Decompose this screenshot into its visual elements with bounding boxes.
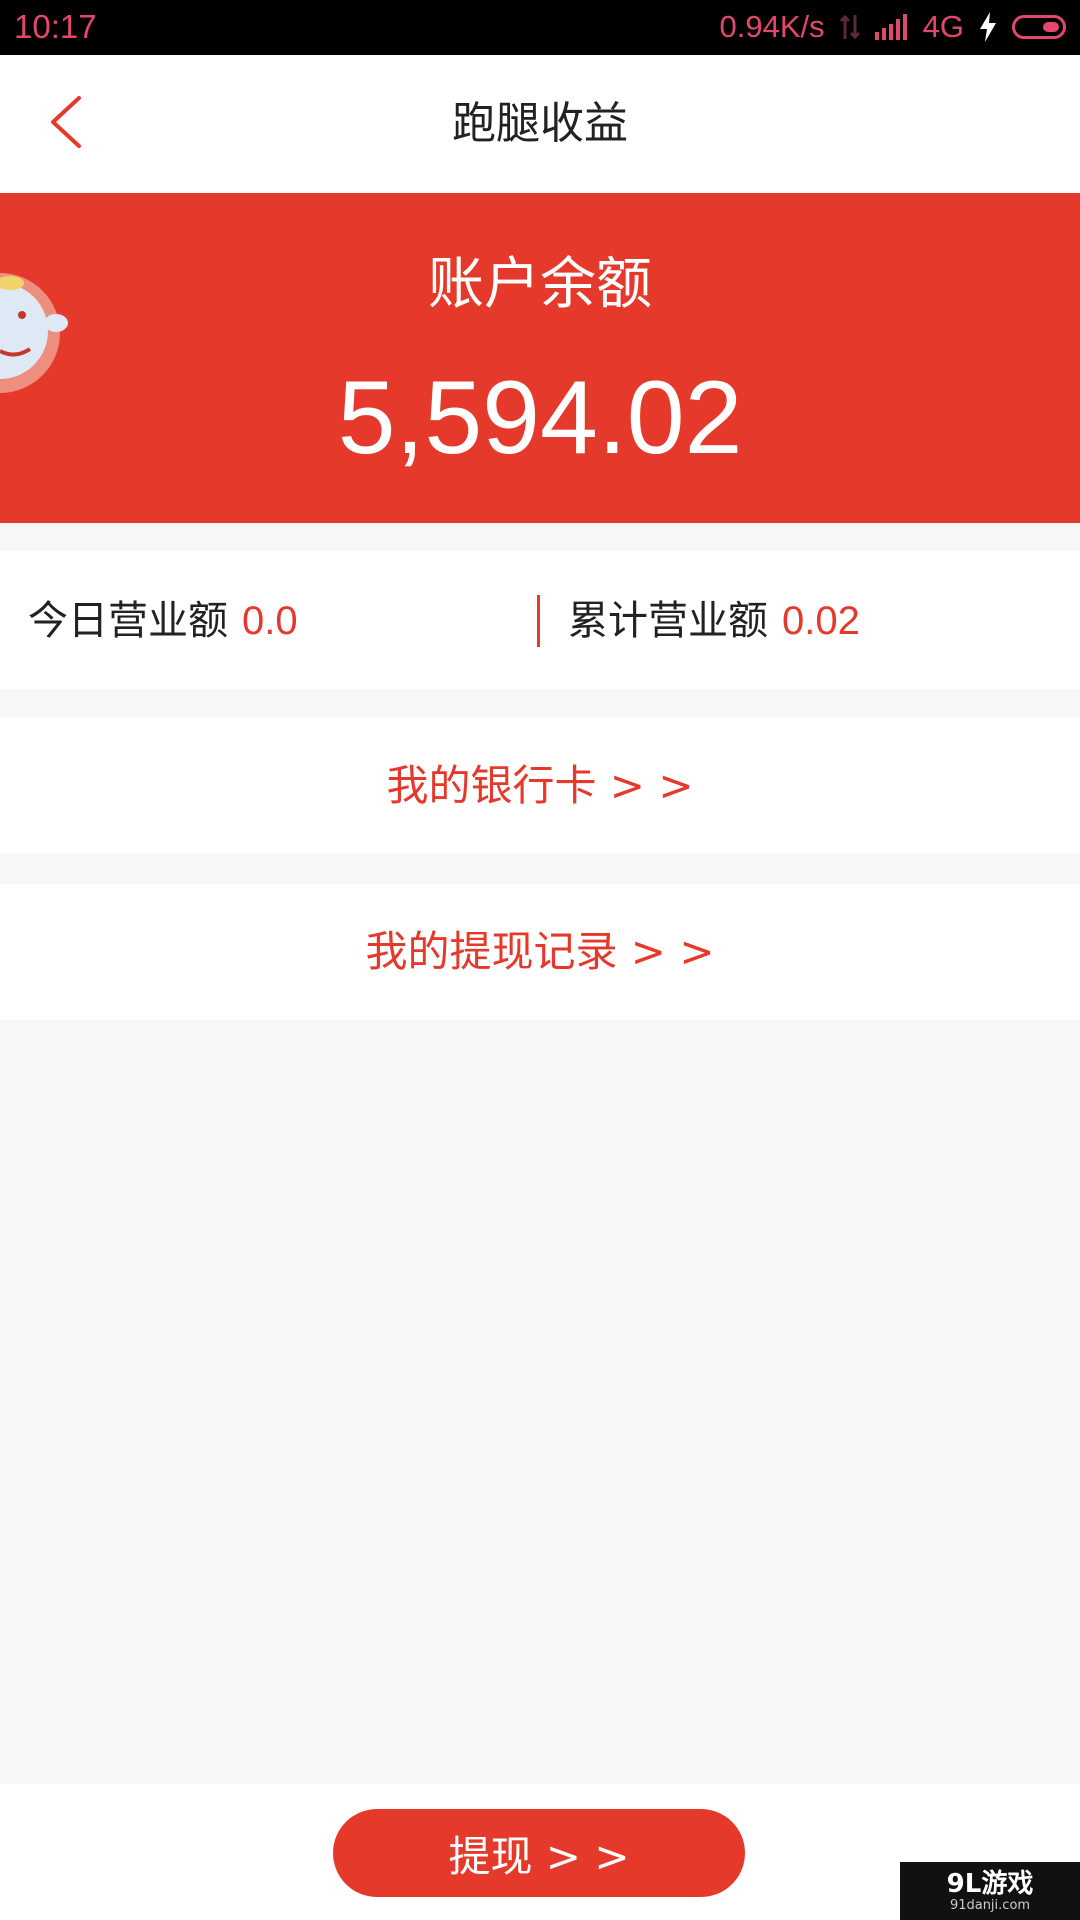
bank-card-link[interactable]: 我的银行卡 > > [0, 718, 1080, 854]
withdraw-records-label: 我的提现记录 > > [365, 927, 715, 976]
status-icons: 0.94K/s 4G [720, 6, 1066, 48]
stats-divider [537, 595, 540, 647]
total-revenue-label: 累计营业额 [568, 598, 768, 644]
status-time: 10:17 [14, 8, 97, 45]
network-speed: 0.94K/s [719, 9, 825, 44]
status-bar: 10:17 0.94K/s 4G [0, 0, 1080, 55]
data-transfer-icon [839, 13, 861, 41]
total-revenue: 累计营业额 0.02 [568, 597, 860, 645]
watermark-logo: 9L游戏 91danji.com [900, 1862, 1080, 1920]
signal-icon [874, 14, 909, 40]
bank-card-label: 我的银行卡 > > [386, 761, 694, 810]
balance-banner: 账户余额 5,594.02 [0, 193, 1080, 523]
watermark-sub: 91danji.com [949, 1897, 1031, 1913]
total-revenue-value: 0.02 [782, 599, 860, 643]
withdraw-button-label: 提现 > > [448, 1831, 630, 1881]
watermark-main: 9L游戏 [946, 1868, 1034, 1899]
balance-label: 账户余额 [428, 252, 652, 317]
network-type: 4G [922, 9, 964, 44]
nav-header: 跑腿收益 [0, 55, 1080, 193]
today-revenue: 今日营业额 0.0 [28, 597, 298, 645]
withdraw-records-link[interactable]: 我的提现记录 > > [0, 884, 1080, 1020]
today-revenue-label: 今日营业额 [28, 598, 228, 644]
page-title: 跑腿收益 [452, 98, 628, 149]
charging-icon [978, 12, 998, 42]
battery-icon [1012, 15, 1066, 39]
withdraw-button[interactable]: 提现 > > [333, 1809, 745, 1897]
revenue-stats: 今日营业额 0.0 累计营业额 0.02 [0, 551, 1080, 689]
balance-amount: 5,594.02 [337, 360, 743, 476]
today-revenue-value: 0.0 [242, 599, 298, 643]
